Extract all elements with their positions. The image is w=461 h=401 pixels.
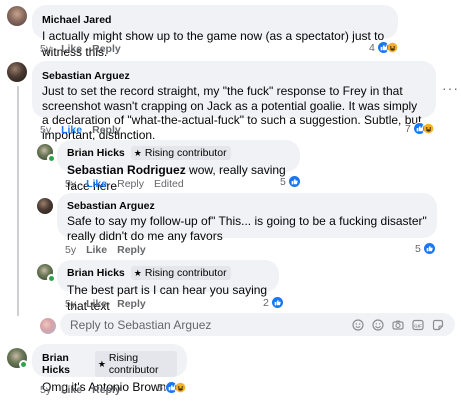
comment-author[interactable]: Sebastian Arguez xyxy=(42,70,130,82)
star-icon: ★ xyxy=(133,147,142,158)
rising-contributor-badge: ★ Rising contributor xyxy=(94,351,177,377)
like-icon xyxy=(270,296,284,309)
reply-actions: 5y Like Reply Edited xyxy=(65,178,194,190)
comment-bubble: Brian Hicks ★ Rising contributor Omg it's… xyxy=(32,344,187,394)
like-icon xyxy=(422,242,436,255)
badge-label: Rising contributor xyxy=(144,147,227,159)
avatar[interactable] xyxy=(37,198,53,214)
avatar[interactable] xyxy=(7,6,27,26)
avatar[interactable] xyxy=(40,318,56,334)
reply-bubble: Brian Hicks ★ Rising contributor The best… xyxy=(57,260,279,313)
reply-button[interactable]: Reply xyxy=(92,124,121,136)
reaction-count: 5 xyxy=(157,381,163,394)
reply-button[interactable]: Reply xyxy=(117,244,146,256)
sticker-icon[interactable] xyxy=(431,318,445,332)
comment-actions: 5y Like Reply xyxy=(40,384,131,396)
haha-icon xyxy=(421,122,435,135)
reply-input[interactable]: Reply to Sebastian Arguez GIF xyxy=(60,313,455,336)
like-button[interactable]: Like xyxy=(61,124,82,136)
like-icon xyxy=(287,175,301,188)
reply-button[interactable]: Reply xyxy=(117,178,144,190)
reply-bubble: Sebastian Arguez Safe to say my follow-u… xyxy=(57,193,437,243)
gif-icon[interactable]: GIF xyxy=(411,318,425,332)
reply-actions: 5y Like Reply xyxy=(65,244,156,256)
reaction-summary[interactable]: 4 xyxy=(369,41,399,54)
avatar-sticker-icon[interactable] xyxy=(351,318,365,332)
reaction-count: 7 xyxy=(405,122,411,135)
reply-placeholder: Reply to Sebastian Arguez xyxy=(70,317,212,332)
like-button[interactable]: Like xyxy=(61,43,82,55)
reaction-count: 2 xyxy=(263,296,269,309)
comment-time[interactable]: 5y xyxy=(40,384,51,396)
reply-author[interactable]: Brian Hicks ★ Rising contributor xyxy=(67,146,231,160)
reply-button[interactable]: Reply xyxy=(92,384,121,396)
star-icon: ★ xyxy=(133,267,142,278)
comment-time[interactable]: 5y xyxy=(40,43,51,55)
haha-icon xyxy=(173,381,187,394)
reaction-summary[interactable]: 5 xyxy=(280,175,301,188)
online-status xyxy=(19,360,28,369)
mention-tag[interactable]: Sebastian Rodriguez xyxy=(67,163,186,177)
reply-bubble: Brian Hicks ★ Rising contributor Sebastia… xyxy=(57,140,300,193)
reply-author[interactable]: Sebastian Arguez xyxy=(67,200,155,212)
reaction-summary[interactable]: 5 xyxy=(157,381,187,394)
comment-actions: 5y Like Reply xyxy=(40,43,131,55)
online-status xyxy=(47,274,56,283)
haha-icon xyxy=(385,41,399,54)
like-button[interactable]: Like xyxy=(86,298,107,310)
like-button[interactable]: Like xyxy=(86,244,107,256)
reply-actions: 5y Like Reply xyxy=(65,298,156,310)
badge-label: Rising contributor xyxy=(144,267,227,279)
reply-author-name[interactable]: Brian Hicks xyxy=(67,267,125,279)
emoji-icon[interactable] xyxy=(371,318,385,332)
thread-line xyxy=(17,86,19,316)
reply-time[interactable]: 5y xyxy=(65,178,76,190)
badge-label: Rising contributor xyxy=(108,352,159,376)
comment-author[interactable]: Brian Hicks ★ Rising contributor xyxy=(42,351,177,377)
reply-button[interactable]: Reply xyxy=(117,298,146,310)
avatar[interactable] xyxy=(7,62,27,82)
edited-label[interactable]: Edited xyxy=(154,178,184,190)
rising-contributor-badge: ★ Rising contributor xyxy=(130,146,231,160)
reply-time[interactable]: 5y xyxy=(65,244,76,256)
camera-icon[interactable] xyxy=(391,318,405,332)
comment-bubble: Michael Jared I actually might show up t… xyxy=(32,5,398,59)
comment-author-name[interactable]: Brian Hicks xyxy=(42,352,89,376)
reaction-count: 5 xyxy=(415,242,421,255)
rising-contributor-badge: ★ Rising contributor xyxy=(130,266,231,280)
reaction-summary[interactable]: 5 xyxy=(415,242,436,255)
reply-author[interactable]: Brian Hicks ★ Rising contributor xyxy=(67,266,231,280)
like-button[interactable]: Like xyxy=(61,384,82,396)
online-status xyxy=(47,154,56,163)
comment-author[interactable]: Michael Jared xyxy=(42,14,111,26)
svg-text:GIF: GIF xyxy=(414,323,422,328)
comment-actions: 5y Like Reply xyxy=(40,124,131,136)
reaction-summary[interactable]: 7 xyxy=(405,122,435,135)
reply-text: Safe to say my follow-up of" This... is … xyxy=(67,214,427,243)
like-button[interactable]: Like xyxy=(86,178,107,190)
reply-button[interactable]: Reply xyxy=(92,43,121,55)
star-icon: ★ xyxy=(97,358,106,369)
reaction-count: 5 xyxy=(280,175,286,188)
reply-time[interactable]: 5y xyxy=(65,298,76,310)
reply-author-name[interactable]: Brian Hicks xyxy=(67,147,125,159)
comment-bubble: Sebastian Arguez Just to set the record … xyxy=(32,61,436,142)
reaction-count: 4 xyxy=(369,41,375,54)
more-icon[interactable]: ··· xyxy=(442,80,459,96)
reaction-summary[interactable]: 2 xyxy=(263,296,284,309)
comment-time[interactable]: 5y xyxy=(40,124,51,136)
